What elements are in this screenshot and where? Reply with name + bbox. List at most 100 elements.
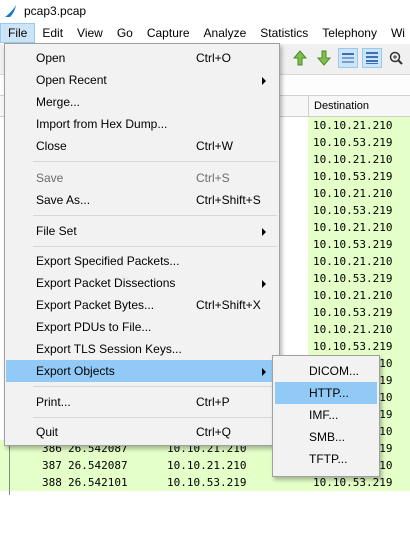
destination-cell: 10.10.21.210 [308, 151, 410, 168]
menu-item-label: Export Packet Bytes... [36, 298, 155, 312]
packet-row-info: 387 26.542087 10.10.21.210 [0, 457, 308, 474]
menu-edit[interactable]: Edit [35, 23, 70, 43]
menu-view[interactable]: View [70, 23, 110, 43]
conversation-gutter-line [9, 440, 10, 495]
packet-number: 387 [42, 459, 62, 472]
menu-file[interactable]: File [0, 23, 36, 43]
menu-item-label: Export Specified Packets... [36, 254, 180, 268]
packet-row-info: 388 26.542101 10.10.53.219 [0, 474, 308, 491]
title-bar: pcap3.pcap [0, 0, 410, 22]
packet-source: 10.10.21.210 [167, 459, 247, 472]
menu-item-export-objects[interactable]: Export Objects [6, 360, 278, 382]
menu-wireless[interactable]: Wi [384, 23, 410, 43]
menu-capture[interactable]: Capture [140, 23, 197, 43]
destination-cell: 10.10.21.210 [308, 321, 410, 338]
colorize-icon[interactable] [362, 48, 382, 68]
destination-cell: 10.10.53.219 [308, 270, 410, 287]
menu-separator [33, 386, 277, 387]
destination-cell: 10.10.21.210 [308, 253, 410, 270]
menu-item-export-pdus[interactable]: Export PDUs to File... [6, 316, 278, 338]
menu-item-shortcut: Ctrl+Q [196, 425, 232, 439]
menu-item-label: HTTP... [309, 386, 349, 400]
menu-item-import-hex-dump[interactable]: Import from Hex Dump... [6, 113, 278, 135]
menu-item-label: TFTP... [309, 452, 348, 466]
column-destination[interactable]: Destination [308, 96, 410, 116]
menu-analyze[interactable]: Analyze [197, 23, 254, 43]
go-down-icon[interactable] [314, 48, 334, 68]
menu-item-save: Save Ctrl+S [6, 167, 278, 189]
submenu-arrow-icon [262, 368, 266, 376]
menu-item-open-recent[interactable]: Open Recent [6, 69, 278, 91]
menu-item-label: IMF... [309, 408, 339, 422]
submenu-arrow-icon [262, 77, 266, 85]
menu-item-label: File Set [36, 224, 77, 238]
menu-statistics[interactable]: Statistics [253, 23, 315, 43]
destination-cell: 10.10.53.219 [308, 236, 410, 253]
export-objects-submenu: DICOM... HTTP... IMF... SMB... TFTP... [272, 355, 380, 477]
go-up-icon[interactable] [290, 48, 310, 68]
menu-item-close[interactable]: Close Ctrl+W [6, 135, 278, 157]
menu-go[interactable]: Go [110, 23, 140, 43]
destination-cell: 10.10.21.210 [308, 185, 410, 202]
menu-item-label: Export PDUs to File... [36, 320, 152, 334]
destination-cell: 10.10.53.219 [308, 338, 410, 355]
menu-item-shortcut: Ctrl+Shift+S [196, 193, 261, 207]
submenu-item-imf[interactable]: IMF... [275, 404, 377, 426]
menu-bar: File Edit View Go Capture Analyze Statis… [0, 22, 410, 44]
menu-item-label: Open [36, 51, 66, 65]
menu-item-label: Export Objects [36, 364, 115, 378]
menu-item-merge[interactable]: Merge... [6, 91, 278, 113]
file-menu: Open Ctrl+O Open Recent Merge... Import … [4, 43, 280, 446]
menu-item-label: Export Packet Dissections [36, 276, 176, 290]
menu-separator [33, 161, 277, 162]
wireshark-fin-icon [5, 5, 16, 17]
destination-cell: 10.10.21.210 [308, 219, 410, 236]
menu-item-quit[interactable]: Quit Ctrl+Q [6, 421, 278, 443]
destination-cell: 10.10.53.219 [308, 202, 410, 219]
window-title: pcap3.pcap [24, 4, 87, 18]
menu-separator [33, 215, 277, 216]
menu-item-label: Save [36, 171, 64, 185]
menu-item-export-packet-bytes[interactable]: Export Packet Bytes... Ctrl+Shift+X [6, 294, 278, 316]
menu-item-file-set[interactable]: File Set [6, 220, 278, 242]
menu-separator [33, 246, 277, 247]
menu-item-print[interactable]: Print... Ctrl+P [6, 391, 278, 413]
menu-item-export-specified-packets[interactable]: Export Specified Packets... [6, 250, 278, 272]
menu-item-label: SMB... [309, 430, 346, 444]
menu-item-shortcut: Ctrl+Shift+X [196, 298, 261, 312]
menu-item-export-packet-dissections[interactable]: Export Packet Dissections [6, 272, 278, 294]
autoscroll-icon[interactable] [338, 48, 358, 68]
menu-item-label: Close [36, 139, 67, 153]
packet-time: 26.542087 [68, 459, 128, 472]
menu-item-label: Print... [36, 395, 71, 409]
destination-cell: 10.10.53.219 [308, 134, 410, 151]
menu-item-save-as[interactable]: Save As... Ctrl+Shift+S [6, 189, 278, 211]
menu-item-label: Open Recent [36, 73, 107, 87]
submenu-arrow-icon [262, 280, 266, 288]
menu-item-label: DICOM... [309, 364, 359, 378]
submenu-item-tftp[interactable]: TFTP... [275, 448, 377, 470]
menu-item-open[interactable]: Open Ctrl+O [6, 47, 278, 69]
packet-number: 388 [42, 476, 62, 489]
submenu-item-http[interactable]: HTTP... [275, 382, 377, 404]
destination-cell: 10.10.21.210 [308, 287, 410, 304]
zoom-in-icon[interactable] [386, 48, 406, 68]
menu-item-label: Save As... [36, 193, 91, 207]
packet-time: 26.542101 [68, 476, 128, 489]
menu-item-export-tls-session-keys[interactable]: Export TLS Session Keys... [6, 338, 278, 360]
menu-item-shortcut: Ctrl+S [196, 171, 230, 185]
menu-item-shortcut: Ctrl+P [196, 395, 230, 409]
menu-item-label: Merge... [36, 95, 81, 109]
menu-item-shortcut: Ctrl+O [196, 51, 232, 65]
submenu-item-dicom[interactable]: DICOM... [275, 360, 377, 382]
submenu-item-smb[interactable]: SMB... [275, 426, 377, 448]
submenu-arrow-icon [262, 228, 266, 236]
destination-cell: 10.10.21.210 [308, 117, 410, 134]
menu-item-label: Quit [36, 425, 59, 439]
menu-separator [33, 417, 277, 418]
toolbar-icons [290, 48, 406, 68]
menu-item-label: Export TLS Session Keys... [36, 342, 182, 356]
destination-cell: 10.10.53.219 [308, 304, 410, 321]
menu-telephony[interactable]: Telephony [315, 23, 384, 43]
packet-source: 10.10.53.219 [167, 476, 247, 489]
